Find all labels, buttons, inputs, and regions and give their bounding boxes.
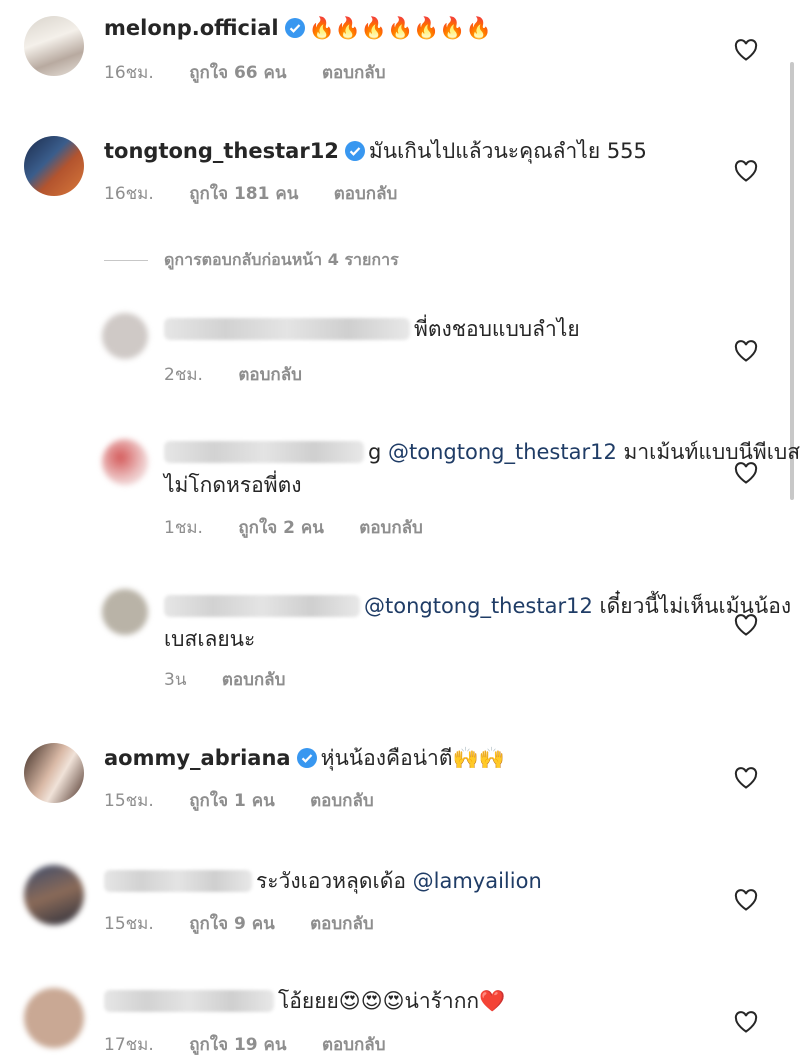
heart-icon[interactable] bbox=[734, 340, 758, 362]
reply-button[interactable]: ตอบกลับ bbox=[359, 518, 423, 538]
view-previous-label: ดูการตอบกลับก่อนหน้า 4 รายการ bbox=[164, 250, 399, 269]
avatar[interactable] bbox=[102, 439, 148, 485]
avatar[interactable] bbox=[24, 988, 84, 1048]
reply-button[interactable]: ตอบกลับ bbox=[310, 914, 374, 934]
blurred-username bbox=[104, 870, 252, 892]
verified-badge-icon bbox=[344, 141, 365, 161]
likes-count[interactable]: ถูกใจ 1 คน bbox=[189, 791, 275, 811]
heart-icon[interactable] bbox=[734, 614, 758, 636]
comment-text: พี่ตงชอบแบบลำไย bbox=[414, 317, 580, 341]
divider bbox=[104, 260, 148, 261]
blurred-username bbox=[164, 595, 360, 617]
mention-link[interactable]: @lamyailion bbox=[413, 869, 542, 893]
blurred-username bbox=[164, 318, 410, 340]
verified-badge-icon bbox=[296, 748, 317, 768]
view-previous-replies[interactable]: ดูการตอบกลับก่อนหน้า 4 รายการ bbox=[104, 248, 399, 273]
comment-meta: 1ชม. ถูกใจ 2 คน ตอบกลับ bbox=[164, 514, 453, 541]
comment-meta: 15ชม. ถูกใจ 1 คน ตอบกลับ bbox=[104, 787, 404, 814]
comment-meta: 16ชม. ถูกใจ 66 คน ตอบกลับ bbox=[104, 59, 415, 86]
comment-text: โอ้ยยย😍😍😍น่าร้ากก❤️ bbox=[278, 989, 506, 1013]
comment-meta: 17ชม. ถูกใจ 19 คน ตอบกลับ bbox=[104, 1031, 415, 1058]
reply-button[interactable]: ตอบกลับ bbox=[322, 1035, 386, 1055]
avatar[interactable] bbox=[24, 743, 84, 803]
heart-icon[interactable] bbox=[734, 160, 758, 182]
heart-icon[interactable] bbox=[734, 889, 758, 911]
username[interactable]: melonp.official bbox=[104, 16, 279, 40]
comment-text: 🔥🔥🔥🔥🔥🔥🔥 bbox=[308, 16, 492, 40]
avatar[interactable] bbox=[24, 865, 84, 925]
heart-icon[interactable] bbox=[734, 462, 758, 484]
likes-count[interactable]: ถูกใจ 2 คน bbox=[238, 518, 324, 538]
likes-count[interactable]: ถูกใจ 19 คน bbox=[189, 1035, 286, 1055]
username-fragment: g bbox=[368, 440, 389, 464]
reply-button[interactable]: ตอบกลับ bbox=[310, 791, 374, 811]
username[interactable]: aommy_abriana bbox=[104, 746, 291, 770]
comment-meta: 2ชม. ตอบกลับ bbox=[164, 361, 332, 388]
timestamp: 17ชม. bbox=[104, 1035, 154, 1055]
avatar[interactable] bbox=[102, 589, 148, 635]
heart-icon[interactable] bbox=[734, 767, 758, 789]
likes-count[interactable]: ถูกใจ 181 คน bbox=[189, 184, 298, 204]
comment-meta: 16ชม. ถูกใจ 181 คน ตอบกลับ bbox=[104, 180, 427, 207]
timestamp: 1ชม. bbox=[164, 518, 203, 538]
verified-badge-icon bbox=[284, 18, 305, 38]
comment-text: มันเกินไปแล้วนะคุณลำไย 555 bbox=[368, 139, 647, 163]
avatar[interactable] bbox=[102, 313, 148, 359]
comment-meta: 15ชม. ถูกใจ 9 คน ตอบกลับ bbox=[104, 910, 404, 937]
reply-button[interactable]: ตอบกลับ bbox=[238, 365, 302, 385]
comment-text: หุ่นน้องคือน่าตี🙌🙌 bbox=[320, 746, 505, 770]
timestamp: 16ชม. bbox=[104, 63, 154, 83]
reply-button[interactable]: ตอบกลับ bbox=[322, 63, 386, 83]
timestamp: 3น bbox=[164, 670, 187, 690]
blurred-username bbox=[164, 441, 364, 463]
comment-meta: 3น ตอบกลับ bbox=[164, 666, 315, 693]
reply-button[interactable]: ตอบกลับ bbox=[334, 184, 398, 204]
blurred-username bbox=[104, 990, 274, 1012]
likes-count[interactable]: ถูกใจ 66 คน bbox=[189, 63, 286, 83]
avatar[interactable] bbox=[24, 16, 84, 76]
timestamp: 16ชม. bbox=[104, 184, 154, 204]
likes-count[interactable]: ถูกใจ 9 คน bbox=[189, 914, 275, 934]
comment-text: ระวังเอวหลุดเด้อ bbox=[256, 869, 413, 893]
scrollbar[interactable] bbox=[790, 62, 794, 500]
avatar[interactable] bbox=[24, 136, 84, 196]
reply-button[interactable]: ตอบกลับ bbox=[222, 670, 286, 690]
heart-icon[interactable] bbox=[734, 1011, 758, 1033]
timestamp: 2ชม. bbox=[164, 365, 203, 385]
mention-link[interactable]: @tongtong_thestar12 bbox=[364, 594, 593, 618]
heart-icon[interactable] bbox=[734, 39, 758, 61]
timestamp: 15ชม. bbox=[104, 914, 154, 934]
timestamp: 15ชม. bbox=[104, 791, 154, 811]
mention-link[interactable]: @tongtong_thestar12 bbox=[388, 440, 617, 464]
username[interactable]: tongtong_thestar12 bbox=[104, 139, 339, 163]
